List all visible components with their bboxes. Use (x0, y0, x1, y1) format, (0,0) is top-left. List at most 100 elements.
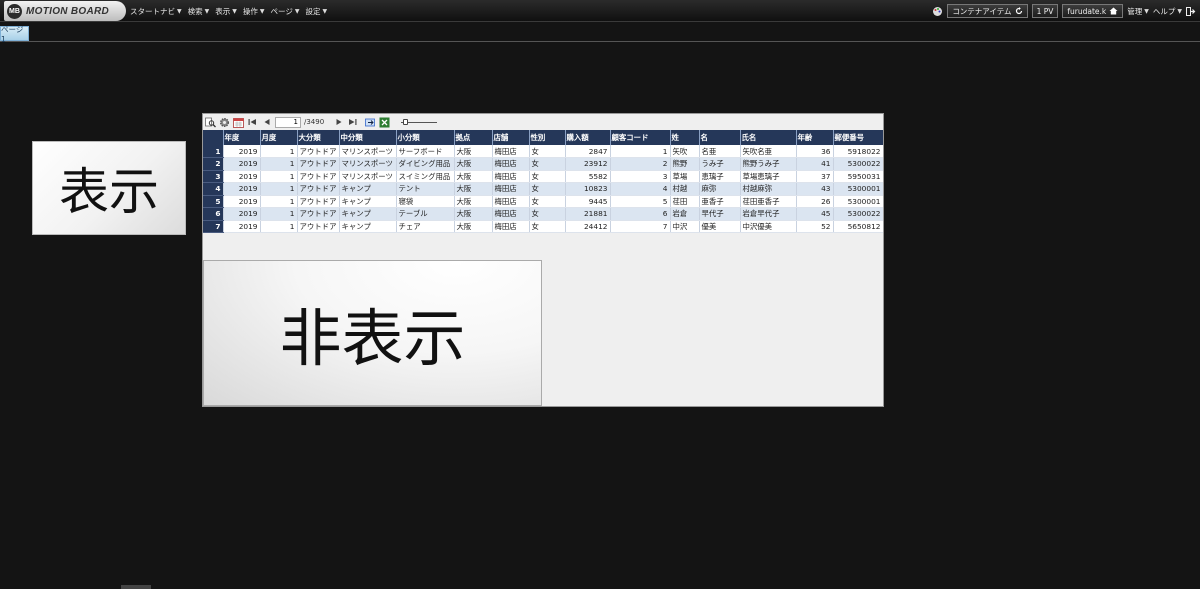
table-cell: 2019 (223, 170, 261, 183)
table-cell: 2 (610, 157, 671, 171)
main-menu: スタートナビ ▼ 検索 ▼ 表示 ▼ 操作 ▼ ページ ▼ 設定 ▼ (130, 0, 327, 22)
menu-view[interactable]: 表示 ▼ (215, 6, 237, 17)
first-page-icon[interactable] (247, 117, 258, 128)
table-cell: 5950031 (833, 170, 883, 183)
calendar-icon[interactable] (233, 117, 244, 128)
table-cell: アウトドア (297, 220, 340, 233)
column-header[interactable]: 名 (699, 130, 741, 145)
table-cell: 熊野 (670, 157, 700, 171)
last-page-icon[interactable] (347, 117, 358, 128)
header-row: 年度 月度 大分類 中分類 小分類 拠点 店舗 性別 購入額 顧客コード 姓 名… (203, 130, 883, 145)
table-cell: 女 (529, 157, 566, 171)
table-cell: 2019 (223, 220, 261, 233)
user-button[interactable]: furudate.k (1062, 4, 1124, 18)
table-cell: 5650812 (833, 220, 883, 233)
column-header[interactable]: 購入額 (565, 130, 611, 145)
tab-page1[interactable]: ページ1 (0, 25, 29, 44)
table-row[interactable]: 6 2019 1 アウトドア キャンプ テーブル 大阪 梅田店女 21881 6 岩倉 早代子 岩倉早代… (203, 207, 883, 221)
table-cell: 24412 (565, 220, 611, 233)
table-cell: キャンプ (339, 220, 397, 233)
manage-menu[interactable]: 管理 ▼ (1127, 6, 1149, 17)
table-cell: 26 (796, 195, 834, 208)
table-cell: 5582 (565, 170, 611, 183)
next-page-icon[interactable] (333, 117, 344, 128)
table-cell: 女 (529, 207, 566, 221)
prev-page-icon[interactable] (261, 117, 272, 128)
column-header[interactable]: 中分類 (339, 130, 397, 145)
column-header[interactable]: 顧客コード (610, 130, 671, 145)
column-header[interactable]: 年度 (223, 130, 261, 145)
table-row[interactable]: 1 2019 1 アウトドア マリンスポーツ サーフボード 大阪 梅田店女 2847 1 矢吹 名亜矢… (203, 145, 883, 158)
table-cell: 村越 (670, 182, 700, 196)
table-cell: 2847 (565, 145, 611, 158)
menu-settings[interactable]: 設定 ▼ (305, 6, 327, 17)
table-cell: 45 (796, 207, 834, 221)
column-header[interactable]: 氏名 (740, 130, 797, 145)
table-cell: 矢吹 (670, 145, 700, 158)
row-number: 4 (203, 182, 224, 196)
table-cell: 1 (260, 182, 298, 196)
table-cell: 荏田 (670, 195, 700, 208)
palette-icon[interactable] (932, 6, 943, 17)
page-number-input[interactable] (275, 116, 301, 128)
logout-icon[interactable] (1186, 6, 1196, 16)
app-logo[interactable]: MB MOTION BOARD (4, 1, 126, 21)
search-icon[interactable] (205, 117, 216, 128)
menu-page[interactable]: ページ ▼ (271, 6, 300, 17)
table-cell: 大阪 (454, 207, 493, 221)
zoom-slider[interactable] (401, 118, 438, 126)
table-cell: 中沢 (670, 220, 700, 233)
table-cell: 大阪 (454, 157, 493, 171)
column-header[interactable]: 拠点 (454, 130, 493, 145)
table-row[interactable]: 3 2019 1 アウトドア マリンスポーツ スイミング用品 大阪 梅田店女 5582 3 草場 恵璃… (203, 170, 883, 183)
right-toolbar: コンテナアイテム 1 PV furudate.k 管理 ▼ ヘルプ ▼ (932, 0, 1196, 22)
caret-down-icon: ▼ (294, 7, 300, 15)
table-row[interactable]: 2 2019 1 アウトドア マリンスポーツ ダイビング用品 大阪 梅田店女 23912 2 熊野う… (203, 157, 883, 171)
menu-operation[interactable]: 操作 ▼ (243, 6, 265, 17)
table-cell: 梅田店 (492, 157, 530, 171)
table-cell: ダイビング用品 (396, 157, 455, 171)
page-total: /3490 (304, 118, 325, 126)
table-cell: 9445 (565, 195, 611, 208)
page-tab-strip: ページ1 (0, 22, 1200, 44)
menu-search[interactable]: 検索 ▼ (188, 6, 210, 17)
logo-mark: MB (7, 3, 22, 19)
container-item-button[interactable]: コンテナアイテム (947, 4, 1028, 18)
slider-knob[interactable] (403, 119, 409, 125)
show-button[interactable]: 表示 (32, 141, 186, 235)
logo-text: MOTION BOARD (26, 5, 110, 17)
export-icon[interactable] (365, 117, 376, 128)
column-header[interactable]: 郵便番号 (833, 130, 883, 145)
menu-start-navi[interactable]: スタートナビ ▼ (130, 6, 182, 17)
table-cell: 女 (529, 220, 566, 233)
table-cell: アウトドア (297, 195, 340, 208)
table-cell: 5300001 (833, 195, 883, 208)
column-header[interactable]: 姓 (670, 130, 700, 145)
table-cell: 1 (260, 207, 298, 221)
hide-button[interactable]: 非表示 (203, 260, 542, 406)
pv-button[interactable]: 1 PV (1031, 4, 1059, 18)
table-cell: 名亜 (699, 145, 741, 158)
column-header[interactable]: 店舗 (492, 130, 530, 145)
table-row[interactable]: 7 2019 1 アウトドア キャンプ チェア 大阪 梅田店女 24412 7 中沢 優美 中沢優美 52… (203, 220, 883, 233)
column-header[interactable]: 年齢 (796, 130, 834, 145)
column-header[interactable]: 大分類 (297, 130, 340, 145)
table-cell: 岩倉早代子 (740, 207, 797, 221)
help-menu[interactable]: ヘルプ ▼ (1153, 6, 1182, 17)
table-cell: 寝袋 (396, 195, 455, 208)
column-header[interactable]: 小分類 (396, 130, 455, 145)
excel-icon[interactable] (379, 117, 390, 128)
table-cell: チェア (396, 220, 455, 233)
table-cell: 梅田店 (492, 195, 530, 208)
table-cell: 女 (529, 170, 566, 183)
gear-icon[interactable] (219, 117, 230, 128)
column-header[interactable]: 性別 (529, 130, 566, 145)
row-number: 3 (203, 170, 224, 183)
row-number: 1 (203, 145, 224, 158)
table-row[interactable]: 4 2019 1 アウトドア キャンプ テント 大阪 梅田店女 10823 4 村越 麻弥 村越麻弥 43… (203, 182, 883, 196)
column-header[interactable]: 月度 (260, 130, 298, 145)
horizontal-scrollbar[interactable] (121, 585, 151, 589)
table-cell: アウトドア (297, 170, 340, 183)
table-cell: 村越麻弥 (740, 182, 797, 196)
table-row[interactable]: 5 2019 1 アウトドア キャンプ 寝袋 大阪 梅田店女 9445 5 荏田 亜香子 荏田亜香子 26… (203, 195, 883, 208)
